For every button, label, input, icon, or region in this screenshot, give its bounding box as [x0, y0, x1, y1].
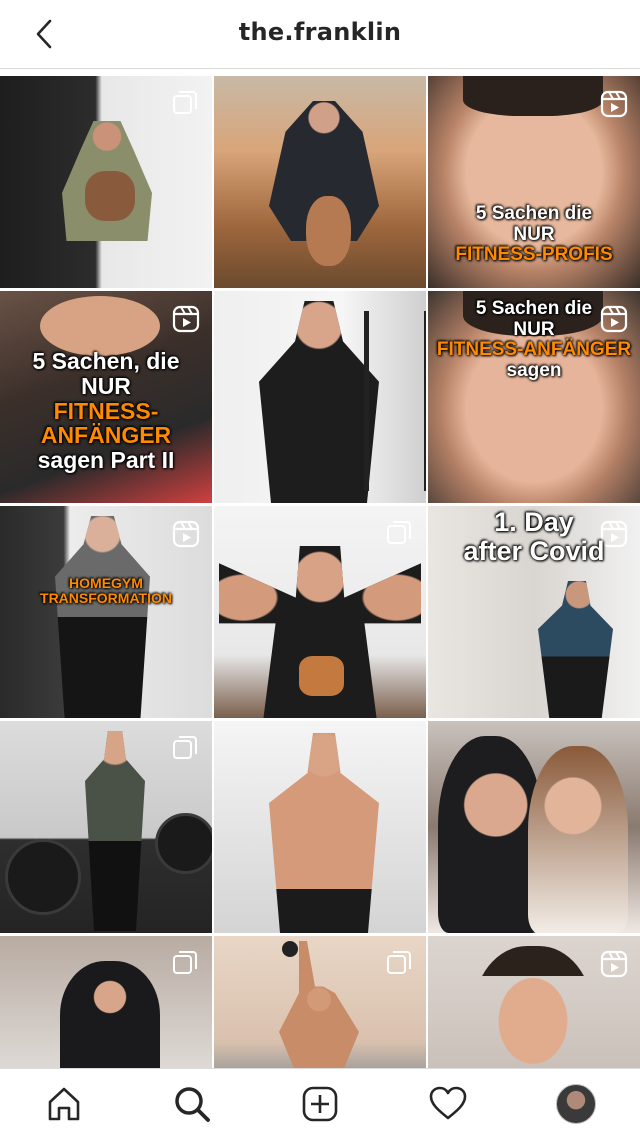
- carousel-icon: [172, 90, 198, 116]
- overlay-line: after Covid: [463, 536, 605, 567]
- post-tile[interactable]: [0, 936, 212, 1068]
- overlay-line: FITNESS-PROFIS: [455, 244, 613, 266]
- avatar: [556, 1084, 596, 1124]
- carousel-icon: [386, 520, 412, 546]
- top-bar: the.franklin: [0, 0, 640, 69]
- overlay-line: 5 Sachen, die: [32, 348, 180, 374]
- carousel-icon: [386, 950, 412, 976]
- overlay-line: NUR: [513, 223, 555, 245]
- reel-icon: [172, 520, 200, 548]
- post-tile[interactable]: [214, 721, 426, 933]
- home-icon[interactable]: [32, 1072, 96, 1136]
- overlay-line: sagen Part II: [37, 447, 175, 474]
- new-post-icon[interactable]: [288, 1072, 352, 1136]
- overlay-line: NUR: [81, 372, 131, 399]
- post-tile[interactable]: [428, 936, 640, 1068]
- profile-avatar[interactable]: [544, 1072, 608, 1136]
- post-tile[interactable]: [0, 721, 212, 933]
- post-tile[interactable]: [428, 721, 640, 933]
- post-tile[interactable]: [214, 76, 426, 288]
- carousel-icon: [172, 735, 198, 761]
- post-tile[interactable]: [214, 291, 426, 503]
- search-icon[interactable]: [160, 1072, 224, 1136]
- profile-username: the.franklin: [238, 18, 402, 46]
- reel-icon: [600, 950, 628, 978]
- reel-icon: [600, 90, 628, 118]
- carousel-icon: [172, 950, 198, 976]
- post-tile[interactable]: 5 Sachen die NUR FITNESS-PROFIS: [428, 76, 640, 288]
- post-tile[interactable]: [0, 76, 212, 288]
- overlay-line: FITNESS-ANFÄNGER: [40, 397, 172, 449]
- overlay-line: HOMEGYM: [69, 575, 143, 591]
- post-tile[interactable]: HOMEGYM TRANSFORMATION: [0, 506, 212, 718]
- overlay-line: FITNESS-ANFÄNGER: [436, 339, 632, 361]
- bottom-nav: [0, 1068, 640, 1139]
- overlay-line: 1. Day: [494, 507, 574, 537]
- post-tile[interactable]: 5 Sachen die NUR FITNESS-ANFÄNGER sagen: [428, 291, 640, 503]
- overlay-line: NUR: [513, 318, 555, 340]
- post-tile[interactable]: 1. Day after Covid: [428, 506, 640, 718]
- overlay-line: 5 Sachen die: [475, 298, 593, 319]
- reel-icon: [172, 305, 200, 333]
- activity-icon[interactable]: [416, 1072, 480, 1136]
- overlay-line: TRANSFORMATION: [40, 590, 172, 607]
- overlay-line: 5 Sachen die: [475, 203, 593, 224]
- overlay-line: sagen: [506, 359, 562, 381]
- post-tile[interactable]: [214, 506, 426, 718]
- post-tile[interactable]: [214, 936, 426, 1068]
- post-tile[interactable]: 5 Sachen, die NUR FITNESS-ANFÄNGER sagen…: [0, 291, 212, 503]
- posts-grid: 5 Sachen die NUR FITNESS-PROFIS 5 Sachen…: [0, 76, 640, 1068]
